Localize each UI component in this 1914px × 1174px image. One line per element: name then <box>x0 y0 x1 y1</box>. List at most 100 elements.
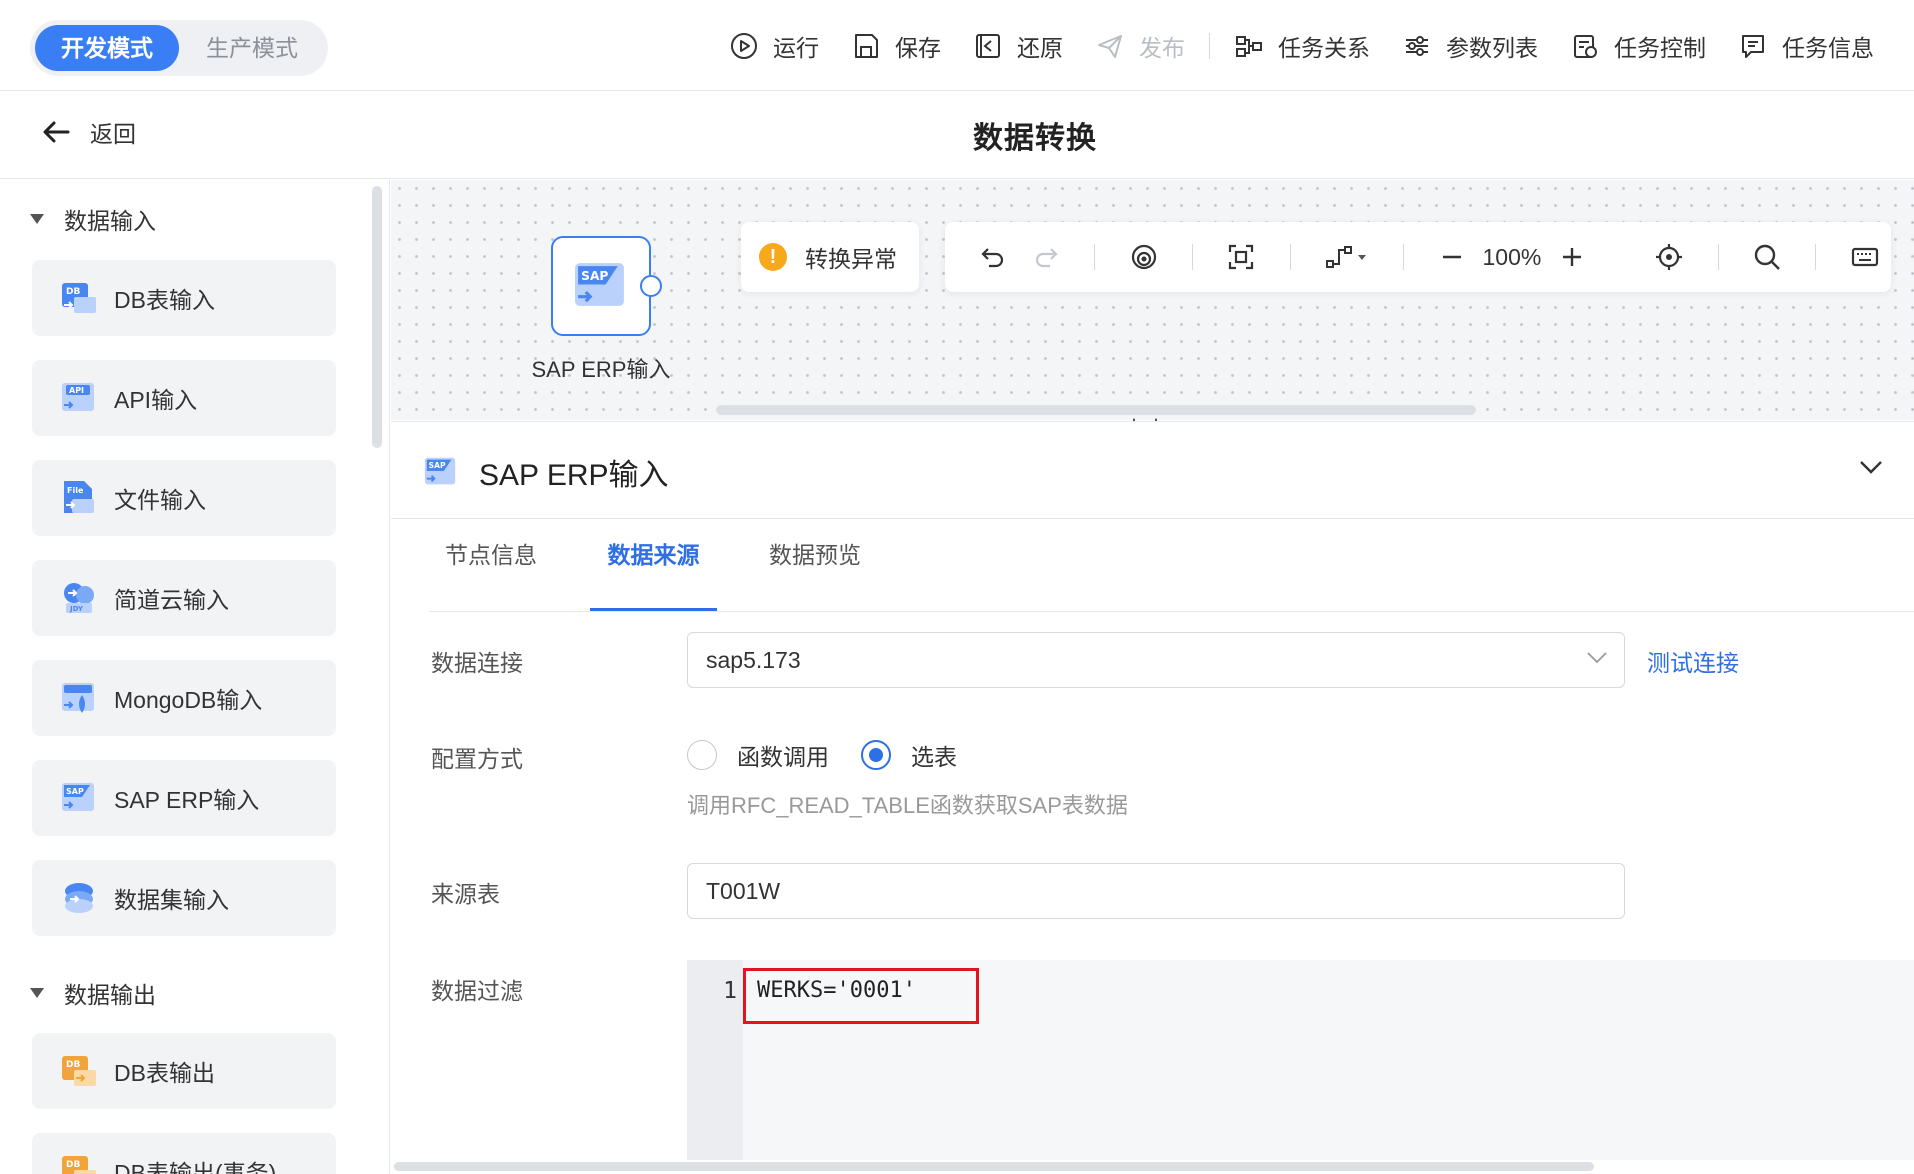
play-icon <box>729 31 759 61</box>
group-data-input[interactable]: 数据输入 <box>30 202 156 236</box>
test-connection-link[interactable]: 测试连接 <box>1647 644 1739 678</box>
panel-horizontal-scrollbar[interactable] <box>394 1162 1594 1171</box>
conversion-warning-badge[interactable]: ! 转换异常 <box>741 222 919 292</box>
svg-text:File: File <box>67 486 84 495</box>
svg-text:DB: DB <box>66 287 80 297</box>
radio-function-call[interactable]: 函数调用 <box>687 738 829 772</box>
line-number: 1 <box>723 978 737 1004</box>
search-icon[interactable] <box>1751 240 1784 274</box>
filter-label: 数据过滤 <box>431 978 523 1004</box>
sap-input-icon: SAP <box>62 783 94 811</box>
publish-button[interactable]: 发布 <box>1079 22 1201 70</box>
svg-text:API: API <box>69 386 84 395</box>
task-info-button[interactable]: 任务信息 <box>1722 22 1890 70</box>
mongodb-input-icon <box>62 683 94 713</box>
save-button[interactable]: 保存 <box>835 22 957 70</box>
panel-divider <box>391 518 1914 519</box>
panel-title-text: SAP ERP输入 <box>479 459 669 492</box>
mode-toggle: 开发模式 生产模式 <box>30 20 328 76</box>
sidebar-item-label: 数据集输入 <box>114 887 229 913</box>
sidebar-item-api-input[interactable]: API API输入 <box>32 360 336 436</box>
sidebar-item-label: SAP ERP输入 <box>114 787 260 813</box>
zoom-in-icon[interactable] <box>1555 240 1588 274</box>
sap-input-icon: SAP <box>424 457 456 485</box>
keyboard-icon[interactable] <box>1848 240 1881 274</box>
tab-node-info[interactable]: 节点信息 <box>429 522 553 611</box>
dataset-input-icon <box>65 883 93 913</box>
toolbar-divider <box>1815 244 1817 270</box>
sidebar-item-db-output[interactable]: DB DB表输出 <box>32 1033 336 1109</box>
dev-mode-button[interactable]: 开发模式 <box>35 25 179 71</box>
svg-text:DB: DB <box>66 1160 80 1170</box>
sidebar-item-label: DB表输出(事务) <box>114 1160 277 1174</box>
editor-gutter: 1 <box>687 960 743 1160</box>
annotation-highlight-box <box>743 968 979 1024</box>
task-control-label: 任务控制 <box>1614 35 1706 61</box>
svg-text:DB: DB <box>66 1060 80 1070</box>
caret-down-icon <box>30 988 44 998</box>
sidebar-item-dataset-input[interactable]: 数据集输入 <box>32 860 336 936</box>
undo-icon[interactable] <box>977 240 1010 274</box>
sliders-icon <box>1402 31 1432 61</box>
tab-data-source[interactable]: 数据来源 <box>590 522 717 611</box>
db-output-icon: DB <box>62 1056 96 1086</box>
sidebar-item-sap-input[interactable]: SAP SAP ERP输入 <box>32 760 336 836</box>
filter-code-editor[interactable]: 1 WERKS='0001' <box>687 960 1914 1160</box>
task-relation-button[interactable]: 任务关系 <box>1218 22 1386 70</box>
connection-label: 数据连接 <box>431 650 523 676</box>
api-input-icon: API <box>62 383 94 411</box>
toolbar-divider <box>1209 33 1210 59</box>
db-input-icon: DB <box>62 283 96 313</box>
collapse-panel-button[interactable] <box>1858 458 1884 481</box>
preview-icon[interactable] <box>1127 240 1160 274</box>
sidebar-item-db-output-tx[interactable]: DB DB表输出(事务) <box>32 1133 336 1174</box>
canvas-horizontal-scrollbar[interactable] <box>716 405 1476 415</box>
toolbar-gap <box>1620 244 1621 270</box>
svg-text:JDY: JDY <box>69 605 84 613</box>
radio-select-table[interactable]: 选表 <box>861 738 957 772</box>
tab-data-preview[interactable]: 数据预览 <box>753 522 877 611</box>
run-label: 运行 <box>773 35 819 61</box>
flow-node-sap-input[interactable]: SAP <box>551 236 651 336</box>
canvas-toolbar: 100% <box>945 222 1891 292</box>
fit-view-icon[interactable] <box>1225 240 1258 274</box>
toolbar-divider <box>1094 244 1096 270</box>
radio-label: 函数调用 <box>737 744 829 770</box>
sidebar-item-jdy-input[interactable]: JDY 简道云输入 <box>32 560 336 636</box>
connector-style-icon[interactable] <box>1323 240 1371 274</box>
group-data-output[interactable]: 数据输出 <box>30 976 156 1010</box>
sidebar-scrollbar[interactable] <box>372 186 382 448</box>
sidebar-item-file-input[interactable]: File 文件输入 <box>32 460 336 536</box>
task-control-icon <box>1570 31 1600 61</box>
sidebar-item-label: MongoDB输入 <box>114 687 263 713</box>
node-output-port[interactable] <box>640 275 662 297</box>
svg-text:SAP: SAP <box>581 269 608 283</box>
publish-label: 发布 <box>1139 35 1185 61</box>
caret-down-icon <box>30 214 44 224</box>
connection-select[interactable]: sap5.173 <box>687 632 1625 688</box>
run-button[interactable]: 运行 <box>713 22 835 70</box>
jdy-input-icon: JDY <box>64 583 94 613</box>
task-info-label: 任务信息 <box>1782 35 1874 61</box>
flow-canvas[interactable]: SAP SAP ERP输入 ! 转换异常 100% <box>391 180 1914 420</box>
restore-icon <box>973 31 1003 61</box>
source-table-input[interactable]: T001W <box>687 863 1625 919</box>
radio-circle <box>687 740 717 770</box>
task-control-button[interactable]: 任务控制 <box>1554 22 1722 70</box>
sidebar-item-mongodb-input[interactable]: MongoDB输入 <box>32 660 336 736</box>
prod-mode-button[interactable]: 生产模式 <box>180 25 324 71</box>
group-data-output-label: 数据输出 <box>64 982 156 1008</box>
node-label: SAP ERP输入 <box>531 357 671 382</box>
zoom-out-icon[interactable] <box>1436 240 1469 274</box>
page-header: 返回 数据转换 <box>0 91 1914 179</box>
main-toolbar: 运行 保存 还原 发布 任务关系 参数列表 任务控制 任务信息 <box>713 22 1890 70</box>
locate-icon[interactable] <box>1653 240 1686 274</box>
relation-icon <box>1234 31 1264 61</box>
redo-icon[interactable] <box>1030 240 1063 274</box>
param-list-label: 参数列表 <box>1446 35 1538 61</box>
send-icon <box>1095 31 1125 61</box>
param-list-button[interactable]: 参数列表 <box>1386 22 1554 70</box>
restore-button[interactable]: 还原 <box>957 22 1079 70</box>
sidebar-item-label: 简道云输入 <box>114 587 229 613</box>
sidebar-item-db-input[interactable]: DB DB表输入 <box>32 260 336 336</box>
